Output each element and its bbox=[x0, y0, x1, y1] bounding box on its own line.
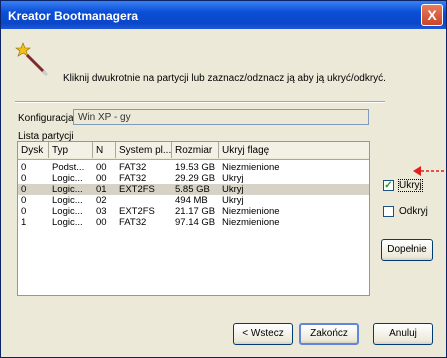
table-cell: 02 bbox=[96, 195, 107, 206]
table-cell: 19.53 GB bbox=[175, 162, 216, 173]
table-cell: 21.17 GB bbox=[175, 206, 216, 217]
table-row[interactable]: 1 Logic... 00 FAT32 97.14 GB Niezmienione bbox=[18, 217, 369, 228]
table-cell: 494 MB bbox=[175, 195, 208, 206]
table-cell: 00 bbox=[96, 173, 107, 184]
close-button[interactable]: X bbox=[421, 4, 443, 26]
table-cell: EXT2FS bbox=[119, 184, 155, 195]
table-cell: FAT32 bbox=[119, 162, 147, 173]
table-row[interactable]: 0 Logic... 03 EXT2FS 21.17 GB Niezmienione bbox=[18, 206, 369, 217]
separator bbox=[15, 101, 385, 103]
column-header-hide-flag[interactable]: Ukryj flagę bbox=[219, 142, 369, 158]
table-row[interactable]: 0 Logic... 02 494 MB Ukryj bbox=[18, 195, 369, 206]
table-cell: 5.85 GB bbox=[175, 184, 210, 195]
config-label: Konfiguracja: bbox=[18, 113, 77, 124]
table-cell: 29.29 GB bbox=[175, 173, 216, 184]
table-cell: Niezmienione bbox=[222, 162, 280, 173]
table-cell: FAT32 bbox=[119, 217, 147, 228]
hide-checkbox-label[interactable]: Ukryj bbox=[398, 179, 423, 192]
magic-wand-icon bbox=[15, 42, 49, 77]
hide-checkbox[interactable]: ✓ bbox=[383, 180, 394, 191]
back-button[interactable]: < Wstecz bbox=[233, 323, 293, 345]
finish-button[interactable]: Zakończ bbox=[299, 323, 359, 345]
table-cell: EXT2FS bbox=[119, 206, 155, 217]
table-row[interactable]: 0 Podst... 00 FAT32 19.53 GB Niezmienione bbox=[18, 162, 369, 173]
table-cell: Logic... bbox=[52, 184, 83, 195]
instruction-text: Kliknij dwukrotnie na partycji lub zazna… bbox=[63, 73, 386, 84]
config-field: Win XP - gy bbox=[73, 109, 369, 125]
table-cell: 03 bbox=[96, 206, 107, 217]
wizard-window: Kreator Bootmanagera X Kliknij dwukrotni… bbox=[0, 0, 447, 358]
table-row[interactable]: 0 Logic... 00 FAT32 29.29 GB Ukryj bbox=[18, 173, 369, 184]
table-cell: Niezmienione bbox=[222, 206, 280, 217]
table-cell: FAT32 bbox=[119, 173, 147, 184]
unhide-checkbox-label[interactable]: Odkryj bbox=[399, 206, 428, 217]
table-cell: 1 bbox=[21, 217, 27, 228]
title-bar: Kreator Bootmanagera bbox=[1, 1, 446, 29]
table-row[interactable]: 0 Logic... 01 EXT2FS 5.85 GB Ukryj bbox=[18, 184, 369, 195]
table-cell: 0 bbox=[21, 173, 27, 184]
table-cell: Ukryj bbox=[222, 195, 244, 206]
more-button[interactable]: Dopełnie bbox=[381, 239, 433, 261]
table-cell: 0 bbox=[21, 206, 27, 217]
column-header-size[interactable]: Rozmiar bbox=[172, 142, 219, 158]
table-cell: 0 bbox=[21, 184, 27, 195]
table-cell: Logic... bbox=[52, 195, 83, 206]
table-cell: Ukryj bbox=[222, 173, 244, 184]
hide-checkbox-row[interactable]: ✓ Ukryj bbox=[383, 179, 433, 194]
table-cell: 00 bbox=[96, 217, 107, 228]
table-cell: Logic... bbox=[52, 217, 83, 228]
column-header-filesystem[interactable]: System pl... bbox=[116, 142, 172, 158]
partition-list-header: Dysk Typ N System pl... Rozmiar Ukryj fl… bbox=[18, 142, 369, 160]
table-cell: 01 bbox=[96, 184, 107, 195]
annotation-arrow-icon bbox=[413, 166, 444, 176]
table-cell: Logic... bbox=[52, 173, 83, 184]
table-cell: 00 bbox=[96, 162, 107, 173]
table-cell: Logic... bbox=[52, 206, 83, 217]
window-title: Kreator Bootmanagera bbox=[8, 9, 139, 23]
column-header-type[interactable]: Typ bbox=[49, 142, 93, 158]
table-cell: 0 bbox=[21, 195, 27, 206]
column-header-disk[interactable]: Dysk bbox=[18, 142, 49, 158]
column-header-n[interactable]: N bbox=[93, 142, 116, 158]
table-cell: Podst... bbox=[52, 162, 85, 173]
cancel-button[interactable]: Anuluj bbox=[373, 323, 433, 345]
table-cell: Ukryj bbox=[222, 184, 244, 195]
table-cell: 97.14 GB bbox=[175, 217, 216, 228]
partition-list[interactable]: Dysk Typ N System pl... Rozmiar Ukryj fl… bbox=[17, 141, 370, 296]
table-cell: 0 bbox=[21, 162, 27, 173]
unhide-checkbox-row[interactable]: Odkryj bbox=[383, 206, 433, 220]
table-cell: Niezmienione bbox=[222, 217, 280, 228]
unhide-checkbox[interactable] bbox=[383, 206, 394, 217]
